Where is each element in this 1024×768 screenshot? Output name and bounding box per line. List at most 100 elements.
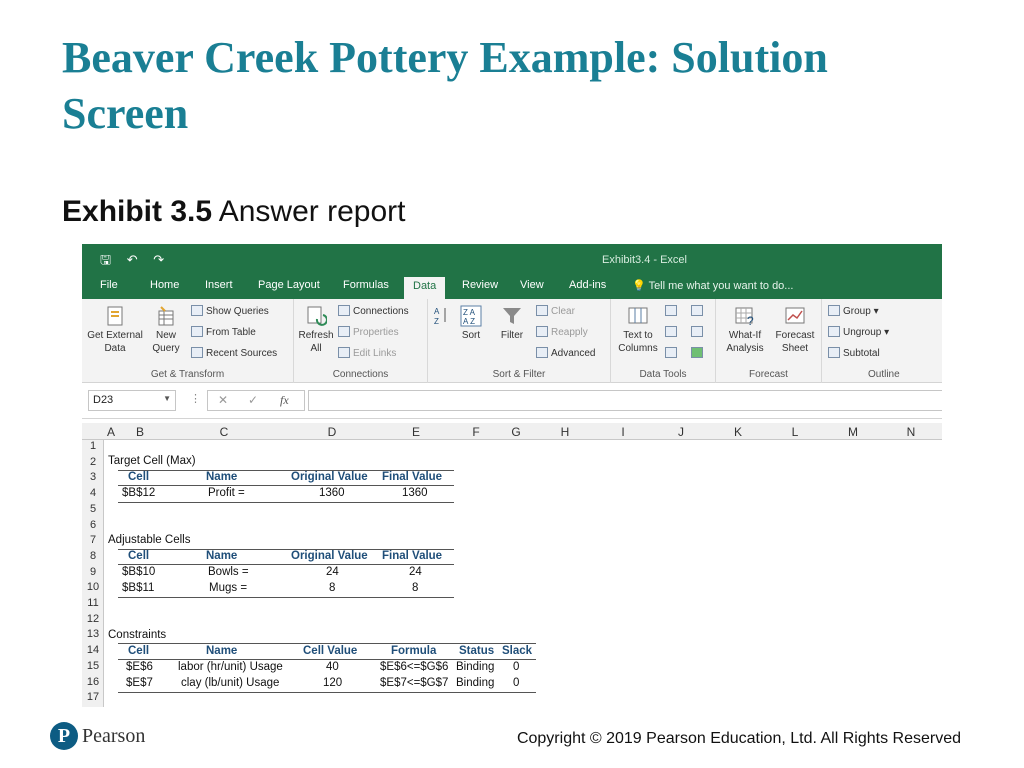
row-header[interactable]: 2 (82, 456, 104, 468)
tab-insert[interactable]: Insert (205, 279, 233, 291)
column-header[interactable]: L (764, 425, 826, 439)
row-header[interactable]: 3 (82, 471, 104, 483)
table-cell[interactable]: $E$6<=$G$6 (380, 661, 448, 673)
insert-function-icon[interactable]: fx (280, 393, 289, 408)
table-cell[interactable]: Profit = (208, 487, 245, 499)
table-cell[interactable]: 120 (323, 677, 342, 689)
tab-view[interactable]: View (520, 279, 544, 291)
table-cell[interactable]: $E$6 (126, 661, 153, 673)
column-header[interactable]: J (650, 425, 712, 439)
row-header[interactable]: 16 (82, 676, 104, 688)
filter-button[interactable]: Filter (492, 305, 532, 342)
consolidate-button[interactable] (691, 305, 706, 317)
table-cell[interactable]: $E$7<=$G$7 (380, 677, 448, 689)
sort-az-button[interactable]: AZ (432, 305, 450, 329)
new-query-button[interactable]: New Query (146, 305, 186, 355)
table-cell[interactable]: clay (lb/unit) Usage (181, 677, 279, 689)
column-header[interactable]: A (104, 425, 118, 439)
table-cell[interactable]: $B$11 (122, 582, 154, 594)
column-header[interactable]: F (454, 425, 498, 439)
data-validation-button[interactable] (665, 347, 680, 359)
sort-button[interactable]: Z AA Z Sort (454, 305, 488, 342)
subtotal-button[interactable]: Subtotal (828, 347, 880, 359)
name-box[interactable]: D23 ▼ (88, 390, 176, 411)
recent-sources-button[interactable]: Recent Sources (191, 347, 277, 359)
show-queries-button[interactable]: Show Queries (191, 305, 269, 317)
table-cell[interactable]: 8 (412, 582, 418, 594)
row-header[interactable]: 4 (82, 487, 104, 499)
row-header[interactable]: 12 (82, 613, 104, 625)
text-to-columns-button[interactable]: Text to Columns (615, 305, 661, 355)
row-header[interactable]: 6 (82, 519, 104, 531)
clear-button[interactable]: Clear (536, 305, 575, 317)
row-header[interactable]: 15 (82, 660, 104, 672)
table-cell[interactable]: Binding (456, 677, 494, 689)
row-header[interactable]: 5 (82, 503, 104, 515)
tell-me-box[interactable]: 💡 Tell me what you want to do... (632, 279, 793, 292)
tab-formulas[interactable]: Formulas (343, 279, 389, 291)
row-header[interactable]: 1 (82, 440, 104, 452)
column-header[interactable]: G (498, 425, 534, 439)
column-header[interactable]: H (534, 425, 596, 439)
row-header[interactable]: 9 (82, 566, 104, 578)
tab-add-ins[interactable]: Add-ins (569, 279, 606, 291)
table-cell[interactable]: Binding (456, 661, 494, 673)
row-header[interactable]: 14 (82, 644, 104, 656)
column-header[interactable]: N (880, 425, 942, 439)
column-header[interactable]: M (826, 425, 880, 439)
formula-input[interactable] (308, 390, 942, 411)
from-table-button[interactable]: From Table (191, 326, 256, 338)
reapply-button[interactable]: Reapply (536, 326, 588, 338)
save-icon[interactable]: 🖫 (100, 252, 111, 267)
flash-fill-button[interactable] (665, 305, 680, 317)
what-if-analysis-button[interactable]: ? What-If Analysis (722, 305, 768, 355)
table-cell[interactable]: 0 (513, 677, 519, 689)
table-cell[interactable]: $B$10 (122, 566, 155, 578)
column-header[interactable]: I (596, 425, 650, 439)
row-header[interactable]: 17 (82, 691, 104, 703)
remove-duplicates-button[interactable] (665, 326, 680, 338)
table-cell[interactable]: 1360 (319, 487, 345, 499)
column-header[interactable]: E (378, 425, 454, 439)
get-external-data-button[interactable]: Get External Data (84, 305, 146, 355)
table-cell[interactable]: $E$7 (126, 677, 153, 689)
column-header[interactable]: K (712, 425, 764, 439)
tab-review[interactable]: Review (462, 279, 498, 291)
group-button[interactable]: Group ▾ (828, 305, 879, 317)
column-header[interactable]: B (118, 425, 162, 439)
enter-icon[interactable]: ✓ (248, 393, 258, 407)
table-cell[interactable]: labor (hr/unit) Usage (178, 661, 283, 673)
ungroup-button[interactable]: Ungroup ▾ (828, 326, 889, 338)
table-cell[interactable]: Mugs = (209, 582, 247, 594)
table-cell[interactable]: 40 (326, 661, 339, 673)
tab-file[interactable]: File (100, 279, 118, 291)
table-cell[interactable]: 24 (326, 566, 339, 578)
column-header[interactable]: D (286, 425, 378, 439)
advanced-button[interactable]: Advanced (536, 347, 595, 359)
table-cell[interactable]: Bowls = (208, 566, 249, 578)
row-header[interactable]: 13 (82, 628, 104, 640)
table-cell[interactable]: 8 (329, 582, 335, 594)
row-header[interactable]: 7 (82, 534, 104, 546)
table-cell[interactable]: 24 (409, 566, 422, 578)
relationships-button[interactable] (691, 326, 706, 338)
row-header[interactable]: 8 (82, 550, 104, 562)
manage-data-model-button[interactable] (691, 347, 706, 359)
row-header[interactable]: 10 (82, 581, 104, 593)
table-cell[interactable]: 0 (513, 661, 519, 673)
tab-page-layout[interactable]: Page Layout (258, 279, 320, 291)
connections-button[interactable]: Connections (338, 305, 409, 317)
cancel-icon[interactable]: ✕ (218, 393, 228, 407)
properties-button[interactable]: Properties (338, 326, 399, 338)
tab-home[interactable]: Home (150, 279, 179, 291)
redo-icon[interactable]: ↷ (153, 252, 164, 267)
column-header[interactable]: C (162, 425, 286, 439)
table-cell[interactable]: $B$12 (122, 487, 155, 499)
undo-icon[interactable]: ↶ (127, 252, 138, 267)
row-header[interactable]: 11 (82, 597, 104, 609)
refresh-all-button[interactable]: Refresh All (296, 305, 336, 355)
table-cell[interactable]: 1360 (402, 487, 428, 499)
tab-data[interactable]: Data (404, 277, 446, 299)
edit-links-button[interactable]: Edit Links (338, 347, 396, 359)
forecast-sheet-button[interactable]: Forecast Sheet (772, 305, 818, 355)
